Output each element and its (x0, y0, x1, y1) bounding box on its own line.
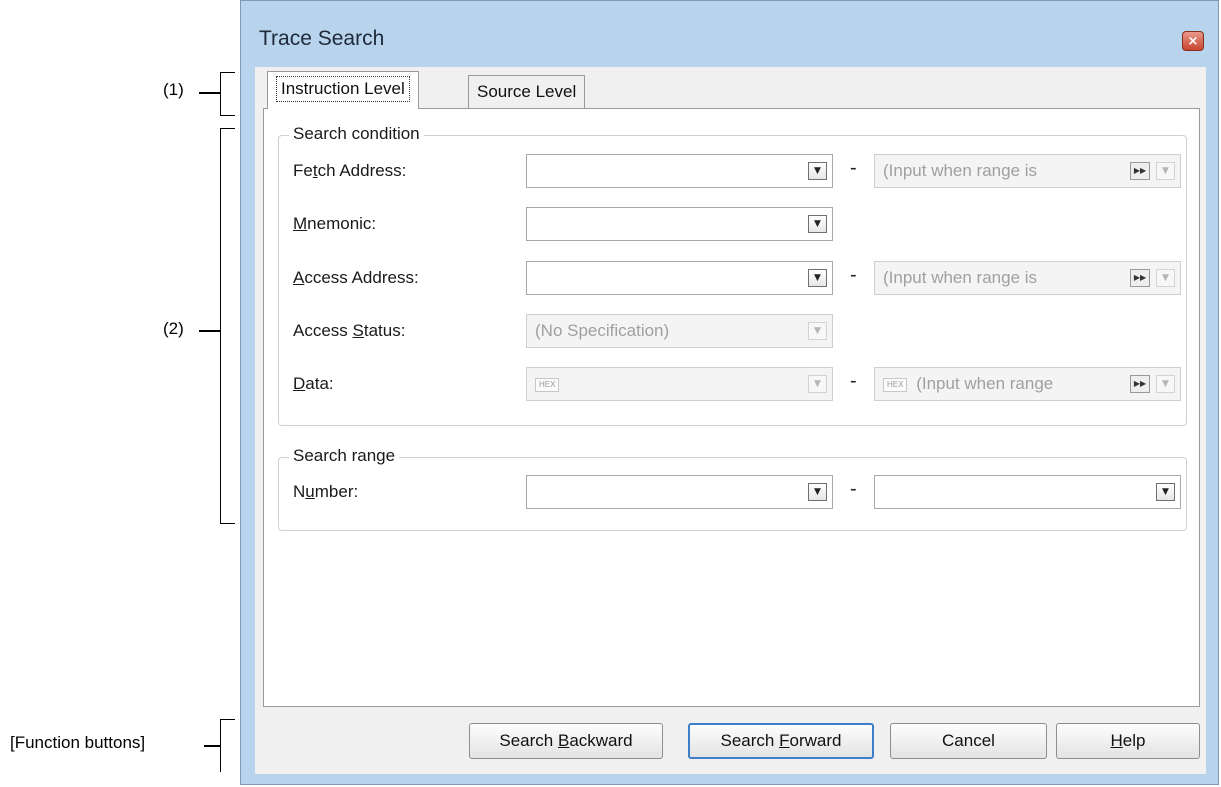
callout-tabs-bracket (220, 72, 235, 116)
dialog-client-area: Instruction Level Source Level Search co… (255, 67, 1206, 774)
chevron-down-icon[interactable]: ▼ (1156, 375, 1175, 393)
data-combo[interactable]: HEX ▼ (526, 367, 833, 401)
callout-buttons-bracket (220, 719, 235, 772)
access-address-label: Access Address: (293, 268, 419, 287)
data-end-placeholder: (Input when range (916, 374, 1054, 393)
callout-panel-bracket (220, 128, 235, 524)
tab-source-level-label: Source Level (477, 82, 577, 101)
access-status-value: (No Specification) (535, 321, 670, 340)
fast-forward-icon[interactable]: ▶▶ (1130, 269, 1150, 287)
callout-panel-label: (2) (163, 319, 184, 338)
callout-tabs-leader (199, 92, 220, 94)
fetch-address-end-placeholder: (Input when range is (883, 161, 1038, 180)
hex-badge: HEX (883, 377, 908, 392)
hex-badge: HEX (535, 377, 560, 392)
access-address-end-combo[interactable]: (Input when range is ▶▶ ▼ (874, 261, 1181, 295)
fast-forward-icon[interactable]: ▶▶ (1130, 162, 1150, 180)
chevron-down-icon[interactable]: ▼ (808, 162, 827, 180)
chevron-down-icon[interactable]: ▼ (808, 215, 827, 233)
chevron-down-icon[interactable]: ▼ (1156, 162, 1175, 180)
mnemonic-label: Mnemonic: (293, 214, 377, 233)
chevron-down-icon[interactable]: ▼ (808, 269, 827, 287)
chevron-down-icon[interactable]: ▼ (808, 322, 827, 340)
cancel-button[interactable]: Cancel (890, 723, 1047, 759)
close-icon[interactable]: × (1182, 31, 1204, 51)
fast-forward-icon[interactable]: ▶▶ (1130, 375, 1150, 393)
access-status-label: Access Status: (293, 321, 406, 340)
chevron-down-icon[interactable]: ▼ (808, 375, 827, 393)
search-condition-group: Search condition Fetch Address: ▼ - (Inp… (278, 124, 1187, 426)
search-forward-button[interactable]: Search Forward (688, 723, 874, 759)
number-label: Number: (293, 482, 359, 501)
data-end-combo[interactable]: HEX (Input when range ▶▶ ▼ (874, 367, 1181, 401)
callout-tabs-label: (1) (163, 80, 184, 99)
range-separator: - (850, 264, 857, 286)
number-from-combo[interactable]: ▼ (526, 475, 833, 509)
tab-instruction-level-label: Instruction Level (276, 76, 410, 102)
number-to-combo[interactable]: ▼ (874, 475, 1181, 509)
callout-panel-leader (199, 330, 220, 332)
search-condition-label: Search condition (289, 124, 424, 144)
chevron-down-icon[interactable]: ▼ (808, 483, 827, 501)
search-backward-button[interactable]: Search Backward (469, 723, 663, 759)
search-range-label: Search range (289, 446, 400, 466)
chevron-down-icon[interactable]: ▼ (1156, 483, 1175, 501)
chevron-down-icon[interactable]: ▼ (1156, 269, 1175, 287)
dialog-title: Trace Search (259, 27, 385, 50)
callout-buttons-leader (204, 745, 220, 747)
fetch-address-end-combo[interactable]: (Input when range is ▶▶ ▼ (874, 154, 1181, 188)
access-address-end-placeholder: (Input when range is (883, 268, 1038, 287)
range-separator: - (850, 478, 857, 500)
instruction-level-panel: Search condition Fetch Address: ▼ - (Inp… (263, 108, 1200, 707)
help-button[interactable]: Help (1056, 723, 1200, 759)
tab-instruction-level[interactable]: Instruction Level (267, 71, 419, 109)
access-status-combo[interactable]: (No Specification) ▼ (526, 314, 833, 348)
fetch-address-combo[interactable]: ▼ (526, 154, 833, 188)
fetch-address-label: Fetch Address: (293, 161, 407, 180)
tab-source-level[interactable]: Source Level (468, 75, 586, 109)
mnemonic-combo[interactable]: ▼ (526, 207, 833, 241)
search-range-group: Search range Number: ▼ - ▼ (278, 446, 1187, 531)
callout-buttons-label: [Function buttons] (10, 733, 146, 752)
access-address-combo[interactable]: ▼ (526, 261, 833, 295)
range-separator: - (850, 157, 857, 179)
data-label: Data: (293, 374, 334, 393)
trace-search-dialog: Trace Search × Instruction Level Source … (240, 0, 1219, 785)
range-separator: - (850, 370, 857, 392)
